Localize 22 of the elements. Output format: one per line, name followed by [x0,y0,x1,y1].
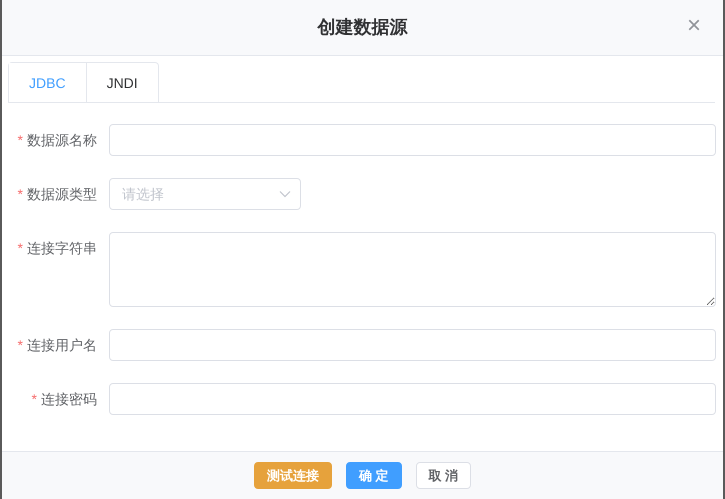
text-input-field[interactable] [109,383,716,415]
footer-button[interactable]: 取 消 [416,462,472,489]
textarea-field[interactable] [109,232,716,307]
footer-button[interactable]: 确 定 [346,462,402,489]
footer-button[interactable]: 测试连接 [254,462,332,489]
field-label: 连接密码 [41,390,97,409]
type-select-field[interactable]: 请选择 [109,178,301,210]
text-input-field[interactable] [109,124,716,156]
field-label: 数据源类型 [27,185,97,204]
required-mark: * [18,131,23,150]
tab[interactable]: JNDI [86,63,158,102]
required-mark: * [32,390,37,409]
required-mark: * [18,185,23,204]
required-mark: * [18,336,23,355]
text-input-field[interactable] [109,329,716,361]
field-label: 数据源名称 [27,131,97,150]
close-button[interactable]: × [686,14,701,38]
chevron-down-icon [279,190,291,198]
field-label: 连接字符串 [27,239,97,258]
required-mark: * [18,239,23,258]
dialog-title: 创建数据源 [318,16,408,39]
field-label: 连接用户名 [27,336,97,355]
